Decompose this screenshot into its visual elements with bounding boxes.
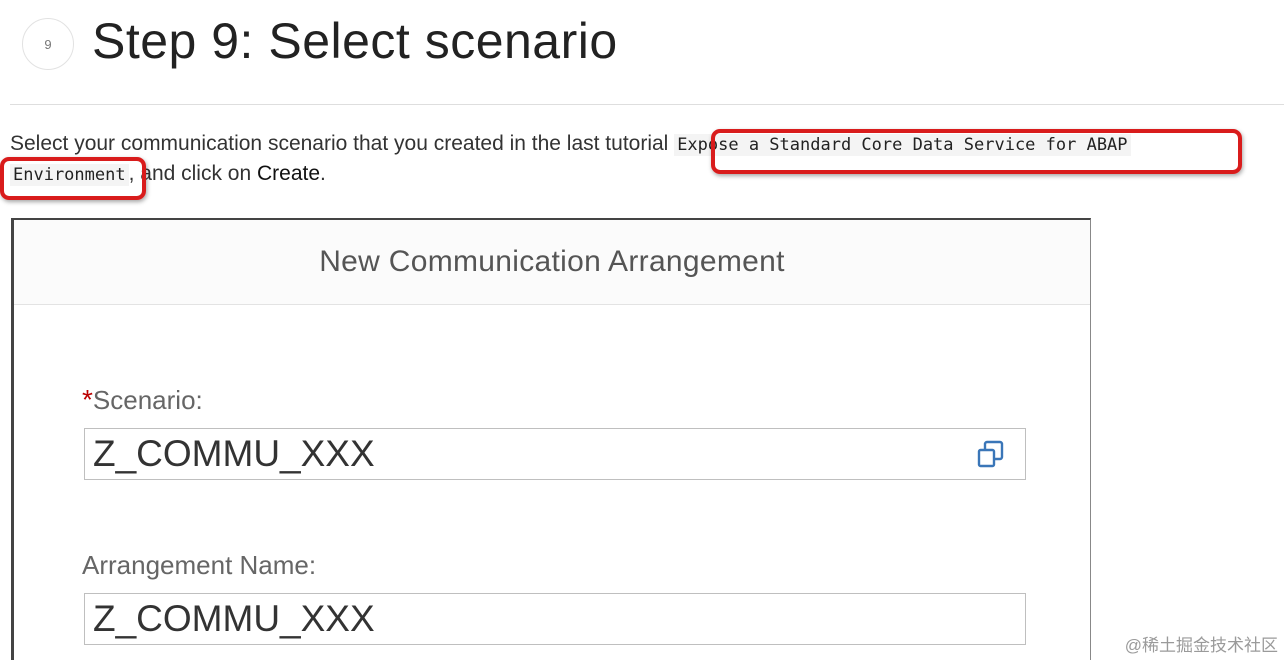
- tutorial-name-code: Expose a Standard Core Data Service for …: [674, 134, 1131, 156]
- scenario-label: *Scenario:: [82, 384, 203, 416]
- scenario-value: Z_COMMU_XXX: [93, 433, 375, 474]
- tutorial-page: 9 Step 9: Select scenario Select your co…: [0, 0, 1286, 660]
- dialog-title: New Communication Arrangement: [319, 245, 785, 278]
- instruction-text: Select your communication scenario that …: [10, 132, 675, 155]
- instruction-text-mid: , and click on: [128, 162, 257, 185]
- watermark: @稀土掘金技术社区: [1124, 636, 1278, 655]
- arrangement-name-value: Z_COMMU_XXX: [93, 598, 375, 639]
- header-divider: [10, 104, 1284, 105]
- instruction-text-end: .: [320, 162, 326, 185]
- value-help-icon[interactable]: [975, 439, 1007, 471]
- step-title: Step 9: Select scenario: [92, 13, 618, 69]
- arrangement-name-input[interactable]: Z_COMMU_XXX: [84, 593, 1026, 645]
- create-action-text: Create: [257, 162, 321, 185]
- scenario-input[interactable]: Z_COMMU_XXX: [84, 428, 1026, 480]
- tutorial-name-code-cont: Environment: [10, 164, 129, 186]
- dialog-header: New Communication Arrangement: [14, 220, 1090, 305]
- required-marker: *: [82, 384, 93, 415]
- step-number-badge: 9: [22, 18, 74, 70]
- new-communication-arrangement-dialog: New Communication Arrangement *Scenario:…: [11, 218, 1091, 660]
- arrangement-name-label: Arrangement Name:: [82, 550, 317, 580]
- scenario-label-text: Scenario:: [92, 385, 203, 415]
- instruction-line-2: Environment, and click on Create.: [10, 162, 326, 186]
- instruction-line-1: Select your communication scenario that …: [10, 132, 1131, 156]
- step-number: 9: [44, 36, 52, 52]
